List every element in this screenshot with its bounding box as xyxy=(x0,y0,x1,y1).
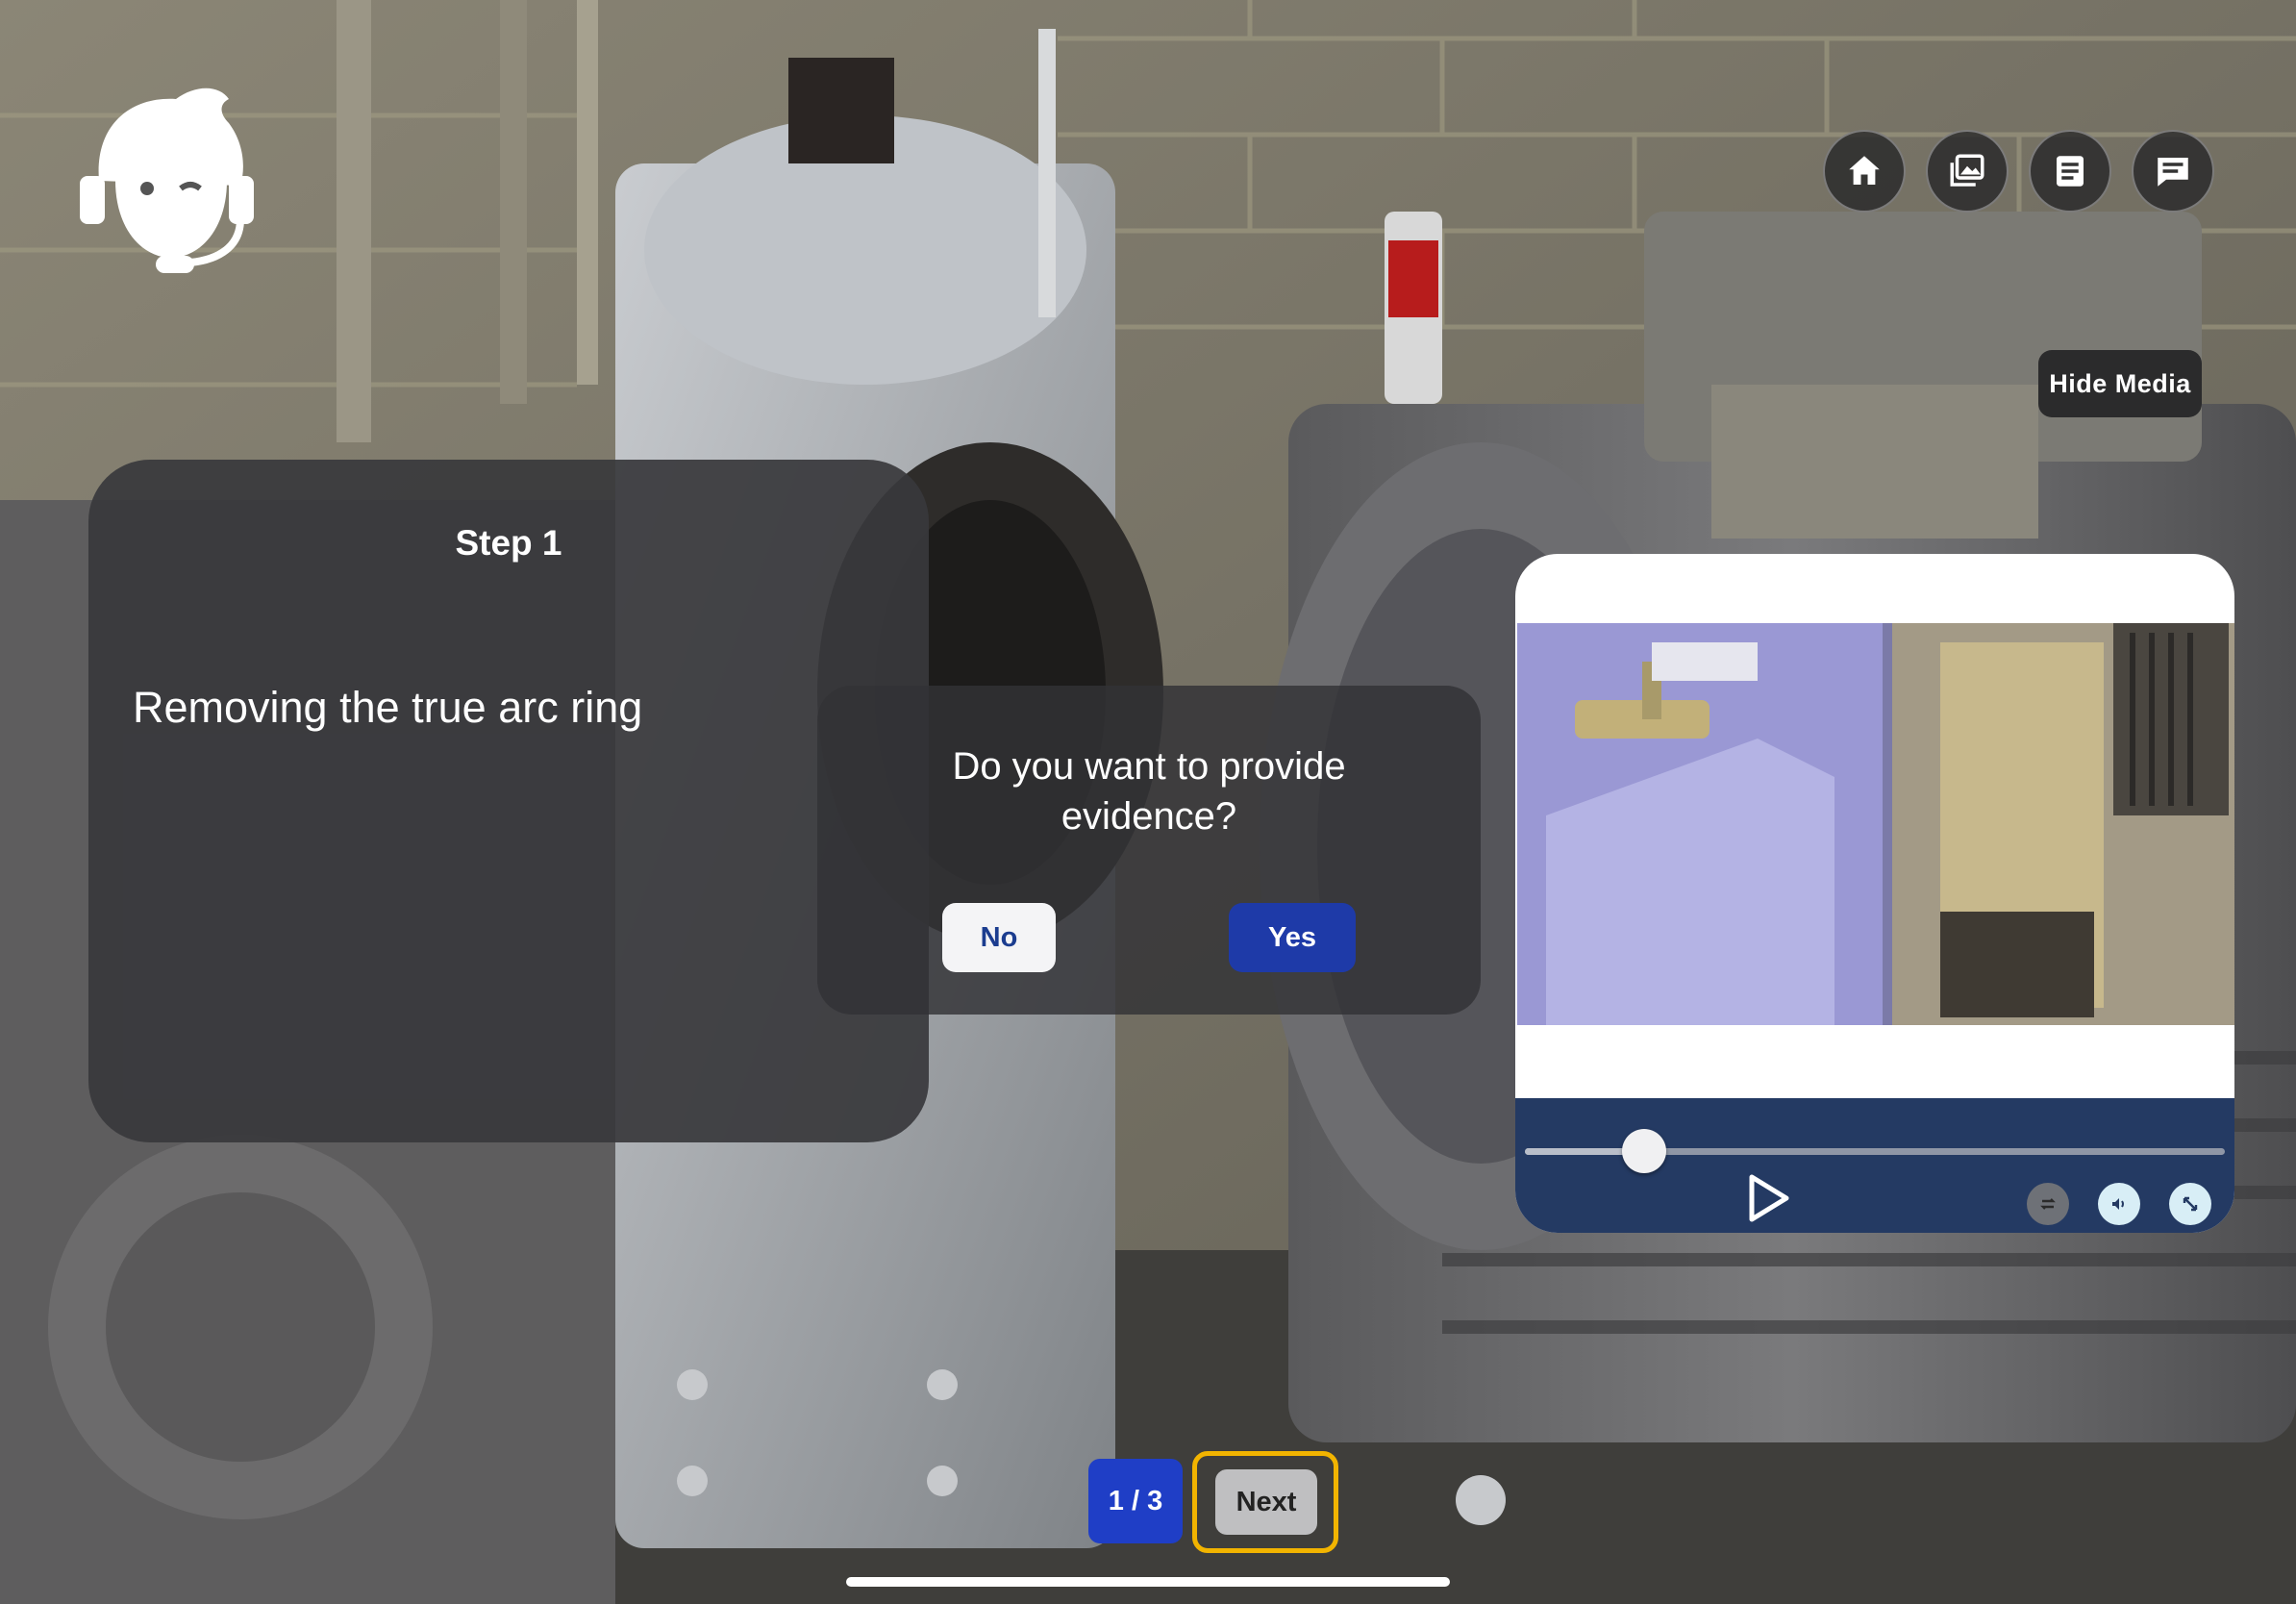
top-toolbar xyxy=(1823,130,2214,213)
step-card: Step 1 Removing the true arc ring xyxy=(88,460,929,1142)
no-button[interactable]: No xyxy=(942,903,1056,972)
yes-button[interactable]: Yes xyxy=(1229,903,1356,972)
hide-media-button[interactable]: Hide Media xyxy=(2038,350,2202,417)
home-indicator[interactable] xyxy=(846,1577,1450,1587)
loop-icon[interactable] xyxy=(2027,1183,2069,1225)
step-title: Step 1 xyxy=(455,523,562,563)
next-highlight: Next xyxy=(1192,1451,1338,1553)
play-icon[interactable] xyxy=(1746,1173,1792,1223)
assistant-avatar-icon[interactable] xyxy=(75,75,258,277)
evidence-question: Do you want to provide evidence? xyxy=(952,745,1346,838)
step-description: Removing the true arc ring xyxy=(133,683,643,732)
media-panel xyxy=(1515,554,2234,1233)
fullscreen-icon[interactable] xyxy=(2169,1183,2211,1225)
next-button[interactable]: Next xyxy=(1215,1469,1317,1535)
video-frame[interactable] xyxy=(1517,623,2234,1025)
home-icon[interactable] xyxy=(1823,130,1906,213)
evidence-dialog: Do you want to provide evidence? No Yes xyxy=(817,686,1481,1015)
page-indicator: 1 / 3 xyxy=(1088,1459,1183,1543)
video-controls xyxy=(1515,1098,2234,1233)
chat-icon[interactable] xyxy=(2132,130,2214,213)
seek-knob[interactable] xyxy=(1621,1129,1666,1173)
volume-icon[interactable] xyxy=(2098,1183,2140,1225)
gallery-icon[interactable] xyxy=(1926,130,2009,213)
document-icon[interactable] xyxy=(2029,130,2111,213)
